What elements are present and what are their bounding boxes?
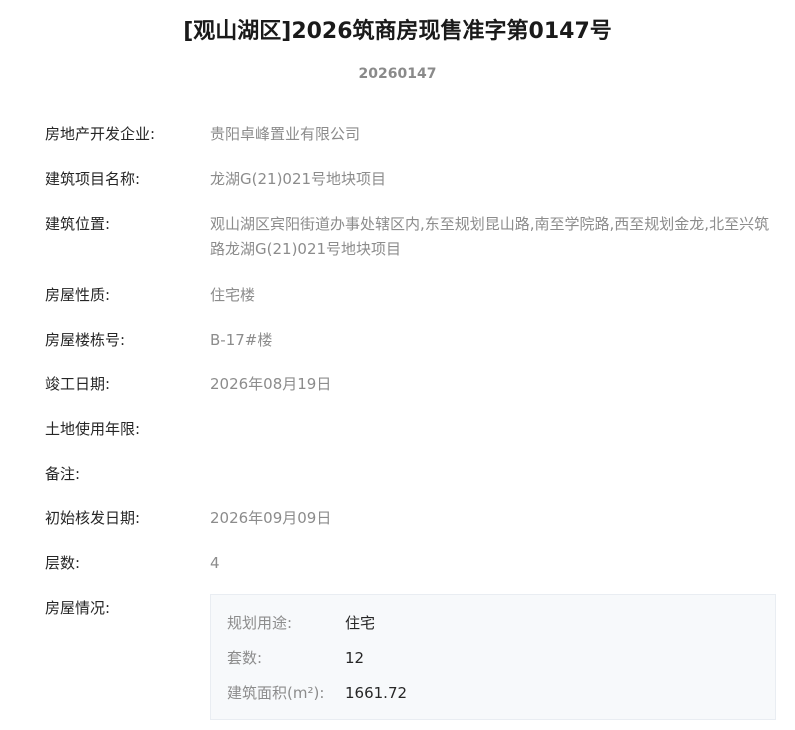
house-info-value: 1661.72 [345, 684, 408, 702]
house-info-row-units: 套数: 12 [227, 647, 767, 669]
house-info-row-usage: 规划用途: 住宅 [227, 612, 767, 634]
field-project-name: 建筑项目名称: 龙湖G(21)021号地块项目 [45, 167, 780, 192]
field-value: 2026年08月19日 [210, 375, 332, 393]
field-label: 房屋性质: [45, 286, 111, 304]
field-remarks: 备注: [45, 462, 780, 486]
field-label: 建筑位置: [45, 215, 111, 233]
house-info-row-area: 建筑面积(m²): 1661.72 [227, 682, 767, 704]
field-label: 竣工日期: [45, 375, 111, 393]
field-value: 4 [210, 554, 220, 572]
field-developer: 房地产开发企业: 贵阳卓峰置业有限公司 [45, 122, 780, 147]
house-info-label: 套数: [227, 649, 263, 667]
page-title: [观山湖区]2026筑商房现售准字第0147号 [183, 19, 612, 44]
field-label: 房地产开发企业: [45, 125, 156, 143]
field-value: 观山湖区宾阳街道办事处辖区内,东至规划昆山路,南至学院路,西至规划金龙,北至兴筑… [210, 215, 770, 258]
house-info-value: 12 [345, 649, 365, 667]
house-info-label: 规划用途: [227, 614, 293, 632]
field-issue-date: 初始核发日期: 2026年09月09日 [45, 506, 780, 531]
field-property-type: 房屋性质: 住宅楼 [45, 283, 780, 308]
field-completion-date: 竣工日期: 2026年08月19日 [45, 372, 780, 397]
field-land-use-term: 土地使用年限: [45, 417, 780, 441]
field-label: 房屋情况: [45, 599, 111, 617]
field-label: 层数: [45, 554, 81, 572]
field-value: 贵阳卓峰置业有限公司 [210, 125, 361, 143]
field-value: B-17#楼 [210, 331, 273, 349]
field-label: 初始核发日期: [45, 509, 141, 527]
field-building-number: 房屋楼栋号: B-17#楼 [45, 328, 780, 353]
field-label: 土地使用年限: [45, 420, 141, 438]
field-value: 龙湖G(21)021号地块项目 [210, 170, 387, 188]
field-floors: 层数: 4 [45, 551, 780, 576]
field-label: 建筑项目名称: [45, 170, 141, 188]
field-label: 备注: [45, 465, 81, 483]
house-info-label: 建筑面积(m²): [227, 684, 325, 702]
field-location: 建筑位置: 观山湖区宾阳街道办事处辖区内,东至规划昆山路,南至学院路,西至规划金… [45, 212, 780, 262]
permit-number: 20260147 [358, 66, 437, 82]
house-info-panel: 规划用途: 住宅 套数: 12 建筑面积(m²): 1661.72 [210, 594, 776, 720]
field-value: 住宅楼 [210, 286, 256, 304]
field-value: 2026年09月09日 [210, 509, 332, 527]
house-info-value: 住宅 [345, 614, 376, 632]
field-label: 房屋楼栋号: [45, 331, 126, 349]
